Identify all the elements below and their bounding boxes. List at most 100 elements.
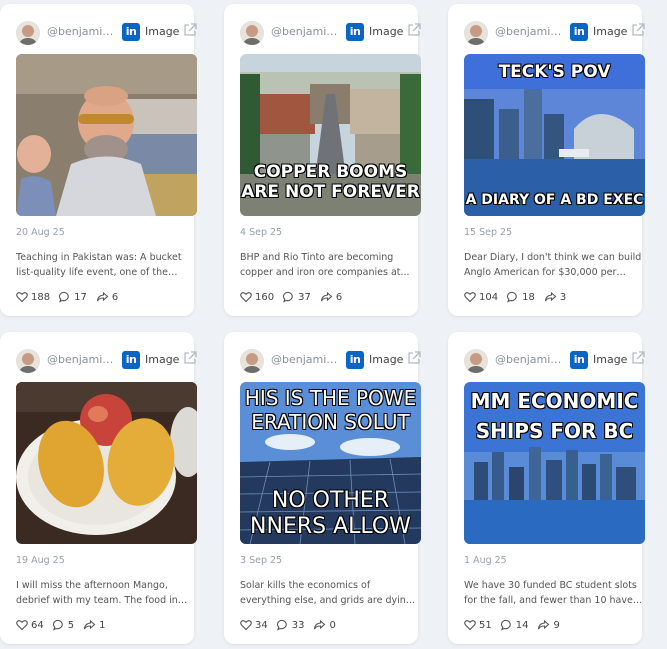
likes-stat: 160 [240,291,274,303]
caption-line: COPPER BOOMS [253,162,408,182]
card-header: @benjamin... in Image [448,332,645,378]
likes-count: 188 [31,291,51,303]
post-type-label: Image [369,353,404,366]
post-card[interactable]: @benjamin... in Image 20 Aug 25 Teaching… [0,4,197,316]
post-card[interactable]: @benjamin... in Image 19 Aug 25 I will m… [0,332,197,644]
comments-count: 33 [291,619,305,631]
post-excerpt[interactable]: We have 30 funded BC student slots for t… [464,578,644,608]
likes-count: 51 [479,619,492,631]
share-icon [84,619,96,630]
author-handle[interactable]: @benjamin... [271,353,339,366]
shares-stat: 3 [544,291,566,303]
shares-count: 0 [329,619,336,631]
author-handle[interactable]: @benjamin... [47,353,115,366]
comment-icon [59,291,69,303]
share-icon [538,619,550,630]
linkedin-icon: in [122,23,140,41]
author-handle[interactable]: @benjamin... [47,25,115,38]
avatar[interactable] [16,21,40,45]
post-excerpt[interactable]: BHP and Rio Tinto are becoming copper an… [240,250,420,280]
comments-stat: 5 [52,619,75,631]
post-date: 1 Aug 25 [464,555,507,566]
caption-line: SHIPS FOR BC [475,419,634,443]
shares-count: 1 [99,619,106,631]
shares-stat: 0 [313,619,336,631]
comment-icon [276,619,287,631]
post-image[interactable]: MM ECONOMIC SHIPS FOR BC [464,382,645,544]
comment-icon [52,619,63,631]
heart-icon [240,292,252,303]
post-image[interactable]: HIS IS THE POWE ERATION SOLUT NO OTHER N… [240,382,421,544]
likes-stat: 188 [16,291,50,303]
comments-count: 18 [522,291,535,303]
comment-icon [507,291,517,303]
avatar[interactable] [464,21,488,45]
card-header: @benjamin... in Image [224,4,421,50]
post-date: 3 Sep 25 [240,555,283,566]
post-card[interactable]: @benjamin... in Image COPPER BOOMS ARE N… [224,4,421,316]
likes-stat: 51 [464,619,492,631]
post-excerpt[interactable]: Teaching in Pakistan was: A bucket list-… [16,250,196,280]
shares-count: 6 [335,291,343,303]
author-handle[interactable]: @benjamin... [495,353,563,366]
post-image[interactable]: COPPER BOOMS ARE NOT FOREVER [240,54,421,216]
external-link-icon[interactable] [183,351,197,365]
meme-top-text: TECK'S POV [498,62,611,82]
post-type-label: Image [593,353,628,366]
avatar[interactable] [240,349,264,373]
likes-count: 104 [479,291,499,303]
avatar[interactable] [16,349,40,373]
meme-bottom-text: NO OTHER NNERS ALLOW [240,488,421,540]
engagement-stats: 34 33 0 [240,618,345,632]
heart-icon [464,620,476,631]
engagement-stats: 104 18 3 [464,290,575,304]
share-icon [314,619,326,630]
linkedin-icon: in [570,23,588,41]
comments-stat: 14 [500,619,529,631]
likes-stat: 34 [240,619,268,631]
heart-icon [16,292,28,303]
post-image[interactable] [16,54,197,216]
author-handle[interactable]: @benjamin... [495,25,563,38]
comment-icon [283,291,293,303]
post-excerpt[interactable]: I will miss the afternoon Mango, debrief… [16,578,196,608]
external-link-icon[interactable] [631,351,645,365]
share-icon [96,291,109,302]
share-icon [544,291,557,302]
post-type-label: Image [369,25,404,38]
meme-top-text: MM ECONOMIC SHIPS FOR BC [464,386,645,446]
shares-count: 6 [111,291,119,303]
external-link-icon[interactable] [631,23,645,37]
heart-icon [16,620,28,631]
likes-count: 64 [31,619,44,631]
caption-line: NO OTHER [271,488,390,513]
comments-count: 17 [74,291,87,303]
post-excerpt[interactable]: Solar kills the economics of everything … [240,578,420,608]
likes-stat: 104 [464,291,498,303]
comments-stat: 33 [276,619,305,631]
external-link-icon[interactable] [183,23,197,37]
post-excerpt[interactable]: Dear Diary, I don't think we can build A… [464,250,644,280]
engagement-stats: 64 5 1 [16,618,114,632]
post-card[interactable]: @benjamin... in Image HIS IS THE POWE ER… [224,332,421,644]
linkedin-icon: in [122,351,140,369]
avatar[interactable] [240,21,264,45]
avatar[interactable] [464,349,488,373]
post-card[interactable]: @benjamin... in Image MM ECONOMIC SHIPS … [448,332,645,644]
external-link-icon[interactable] [407,351,421,365]
heart-icon [464,292,476,303]
comments-count: 14 [515,619,529,631]
comments-count: 5 [67,619,75,631]
post-image[interactable]: TECK'S POV A DIARY OF A BD EXEC [464,54,645,216]
external-link-icon[interactable] [407,23,421,37]
caption-line: ERATION SOLUT [251,410,410,434]
post-image[interactable] [16,382,197,544]
comment-icon [500,619,511,631]
linkedin-icon: in [570,351,588,369]
author-handle[interactable]: @benjamin... [271,25,339,38]
post-date: 19 Aug 25 [16,555,65,566]
engagement-stats: 188 17 6 [16,290,127,304]
comments-stat: 18 [507,291,535,303]
heart-icon [240,620,252,631]
post-card[interactable]: @benjamin... in Image TECK'S POV A DIARY… [448,4,645,316]
